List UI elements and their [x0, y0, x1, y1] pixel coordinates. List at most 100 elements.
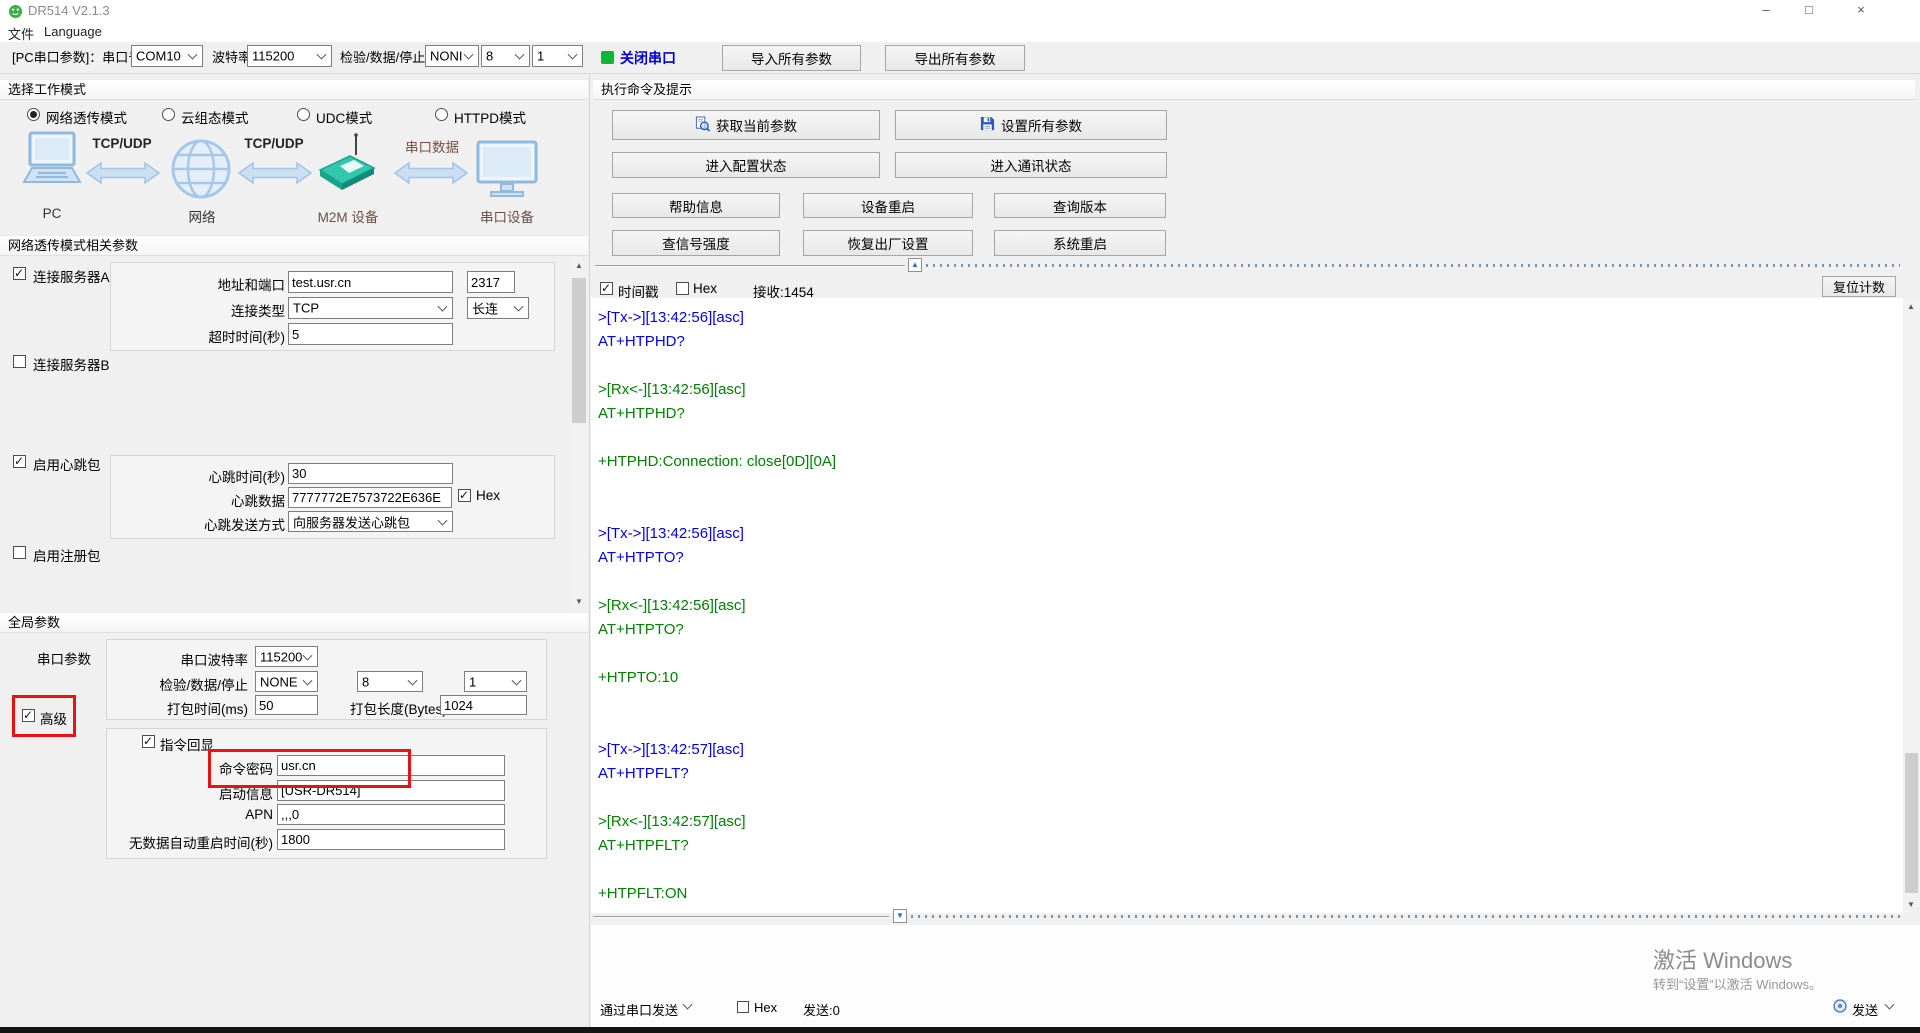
radio-cloud-mode[interactable] — [162, 108, 175, 121]
databits-select[interactable]: 8 — [481, 45, 530, 67]
m2m-device-icon — [316, 132, 376, 197]
set-params-button[interactable]: 设置所有参数 — [895, 110, 1167, 140]
menu-bar: 文件 Language — [0, 22, 1920, 43]
factory-reset-button[interactable]: 恢复出厂设置 — [803, 230, 973, 256]
cmd-pwd-input[interactable] — [277, 755, 505, 776]
serial-group-label: 串口参数 — [37, 648, 91, 668]
link2-label: TCP/UDP — [238, 136, 310, 151]
serial-device-monitor-icon — [475, 140, 539, 201]
g-parity-select[interactable]: NONE — [255, 671, 318, 692]
query-signal-button[interactable]: 查信号强度 — [612, 230, 780, 256]
log-output-area[interactable]: >[Tx->][13:42:56][asc] AT+HTPHD? >[Rx<-]… — [591, 298, 1903, 913]
log-line — [598, 714, 836, 738]
server-a-label: 连接服务器A — [33, 266, 110, 286]
send-hex-label: Hex — [754, 1000, 777, 1015]
echo-checkbox[interactable] — [142, 735, 155, 748]
server-a-checkbox[interactable] — [13, 267, 26, 280]
log-line: AT+HTPTO? — [598, 618, 836, 642]
idle-restart-input[interactable] — [277, 829, 505, 850]
g-stopbits-select[interactable]: 1 — [464, 671, 527, 692]
hb-data-label: 心跳数据 — [120, 490, 285, 510]
g-databits-select[interactable]: 8 — [357, 671, 423, 692]
network-globe-icon — [170, 138, 232, 203]
scroll-up-icon[interactable]: ▲ — [571, 257, 587, 274]
help-info-button[interactable]: 帮助信息 — [612, 193, 780, 218]
log-line: >[Tx->][13:42:57][asc] — [598, 738, 836, 762]
hb-hex-checkbox[interactable] — [458, 489, 471, 502]
keepalive-select[interactable]: 长连 — [467, 297, 529, 319]
scrollbar-thumb[interactable] — [1905, 753, 1918, 893]
log-line: +HTPTO:10 — [598, 666, 836, 690]
log-line — [598, 354, 836, 378]
radio-httpd-mode[interactable] — [435, 108, 448, 121]
send-via-serial-button[interactable]: 通过串口发送 — [600, 1000, 678, 1019]
hb-time-input[interactable] — [288, 463, 453, 484]
advanced-label: 高级 — [40, 708, 67, 728]
baud-label: 波特率 — [212, 47, 251, 66]
activate-windows-watermark: 激活 Windows — [1653, 943, 1792, 975]
conn-type-select[interactable]: TCP — [288, 297, 453, 319]
radio-net-passthrough-label: 网络透传模式 — [46, 107, 127, 127]
trackbar-thumb[interactable]: ▼ — [893, 909, 907, 923]
timestamp-checkbox[interactable] — [600, 282, 613, 295]
trackbar-track[interactable] — [926, 264, 1900, 267]
minimize-icon[interactable]: – — [1749, 0, 1783, 22]
radio-net-passthrough-mode[interactable] — [27, 108, 40, 121]
get-params-button[interactable]: 获取当前参数 — [612, 110, 880, 140]
log-line — [598, 786, 836, 810]
hb-data-input[interactable] — [288, 487, 452, 508]
enter-comm-button[interactable]: 进入通讯状态 — [895, 152, 1167, 178]
scrollbar-thumb[interactable] — [572, 278, 586, 423]
heartbeat-checkbox[interactable] — [13, 455, 26, 468]
stopbits-select[interactable]: 1 — [532, 45, 583, 67]
chevron-down-icon — [438, 515, 448, 525]
timeout-label: 超时时间(秒) — [120, 326, 285, 346]
log-hex-checkbox[interactable] — [676, 282, 689, 295]
log-lines: >[Tx->][13:42:56][asc] AT+HTPHD? >[Rx<-]… — [598, 306, 836, 906]
g-baud-select[interactable]: 115200 — [255, 646, 318, 667]
device-restart-button[interactable]: 设备重启 — [803, 193, 973, 218]
reset-count-button[interactable]: 复位计数 — [1822, 276, 1896, 297]
log-line — [598, 858, 836, 882]
send-hex-checkbox[interactable] — [737, 1001, 749, 1013]
scroll-down-icon[interactable]: ▼ — [1903, 896, 1919, 913]
import-params-button[interactable]: 导入所有参数 — [722, 45, 861, 71]
pack-len-input[interactable] — [440, 695, 527, 715]
log-scrollbar[interactable]: ▲ ▼ — [1903, 298, 1920, 913]
timeout-input[interactable] — [288, 323, 453, 345]
conn-type-label: 连接类型 — [120, 300, 285, 320]
params-scrollbar[interactable]: ▲ ▼ — [571, 257, 587, 610]
hb-mode-select[interactable]: 向服务器发送心跳包 — [288, 511, 453, 532]
log-line: >[Tx->][13:42:56][asc] — [598, 522, 836, 546]
register-checkbox[interactable] — [13, 546, 26, 559]
pack-time-input[interactable] — [255, 695, 318, 715]
close-icon[interactable]: × — [1844, 0, 1878, 22]
trackbar-track[interactable] — [911, 915, 1900, 918]
server-addr-input[interactable] — [288, 271, 453, 293]
apn-input[interactable] — [277, 804, 505, 825]
server-port-input[interactable] — [467, 271, 515, 293]
query-version-button[interactable]: 查询版本 — [994, 193, 1166, 218]
send-button[interactable]: 发送 — [1852, 1000, 1878, 1019]
system-restart-button[interactable]: 系统重启 — [994, 230, 1166, 256]
menu-language[interactable]: Language — [44, 24, 102, 39]
close-port-button[interactable]: 关闭串口 — [620, 48, 676, 68]
enter-config-button[interactable]: 进入配置状态 — [612, 152, 880, 178]
trackbar-thumb[interactable]: ▲ — [908, 258, 922, 272]
radio-udc-mode[interactable] — [297, 108, 310, 121]
heartbeat-label: 启用心跳包 — [33, 454, 101, 474]
advanced-checkbox[interactable] — [22, 709, 35, 722]
log-line: >[Rx<-][13:42:57][asc] — [598, 810, 836, 834]
boot-msg-input[interactable] — [277, 780, 505, 801]
export-params-button[interactable]: 导出所有参数 — [885, 45, 1025, 71]
server-b-checkbox[interactable] — [13, 355, 26, 368]
parity-select[interactable]: NONI — [425, 45, 479, 67]
log-line — [598, 690, 836, 714]
scroll-down-icon[interactable]: ▼ — [571, 593, 587, 610]
baud-select[interactable]: 115200 — [247, 45, 332, 67]
scroll-up-icon[interactable]: ▲ — [1903, 298, 1919, 315]
maximize-icon[interactable]: □ — [1792, 0, 1826, 22]
menu-file[interactable]: 文件 — [8, 24, 34, 43]
m2m-label: M2M 设备 — [316, 206, 380, 226]
com-port-select[interactable]: COM10 — [131, 45, 203, 67]
